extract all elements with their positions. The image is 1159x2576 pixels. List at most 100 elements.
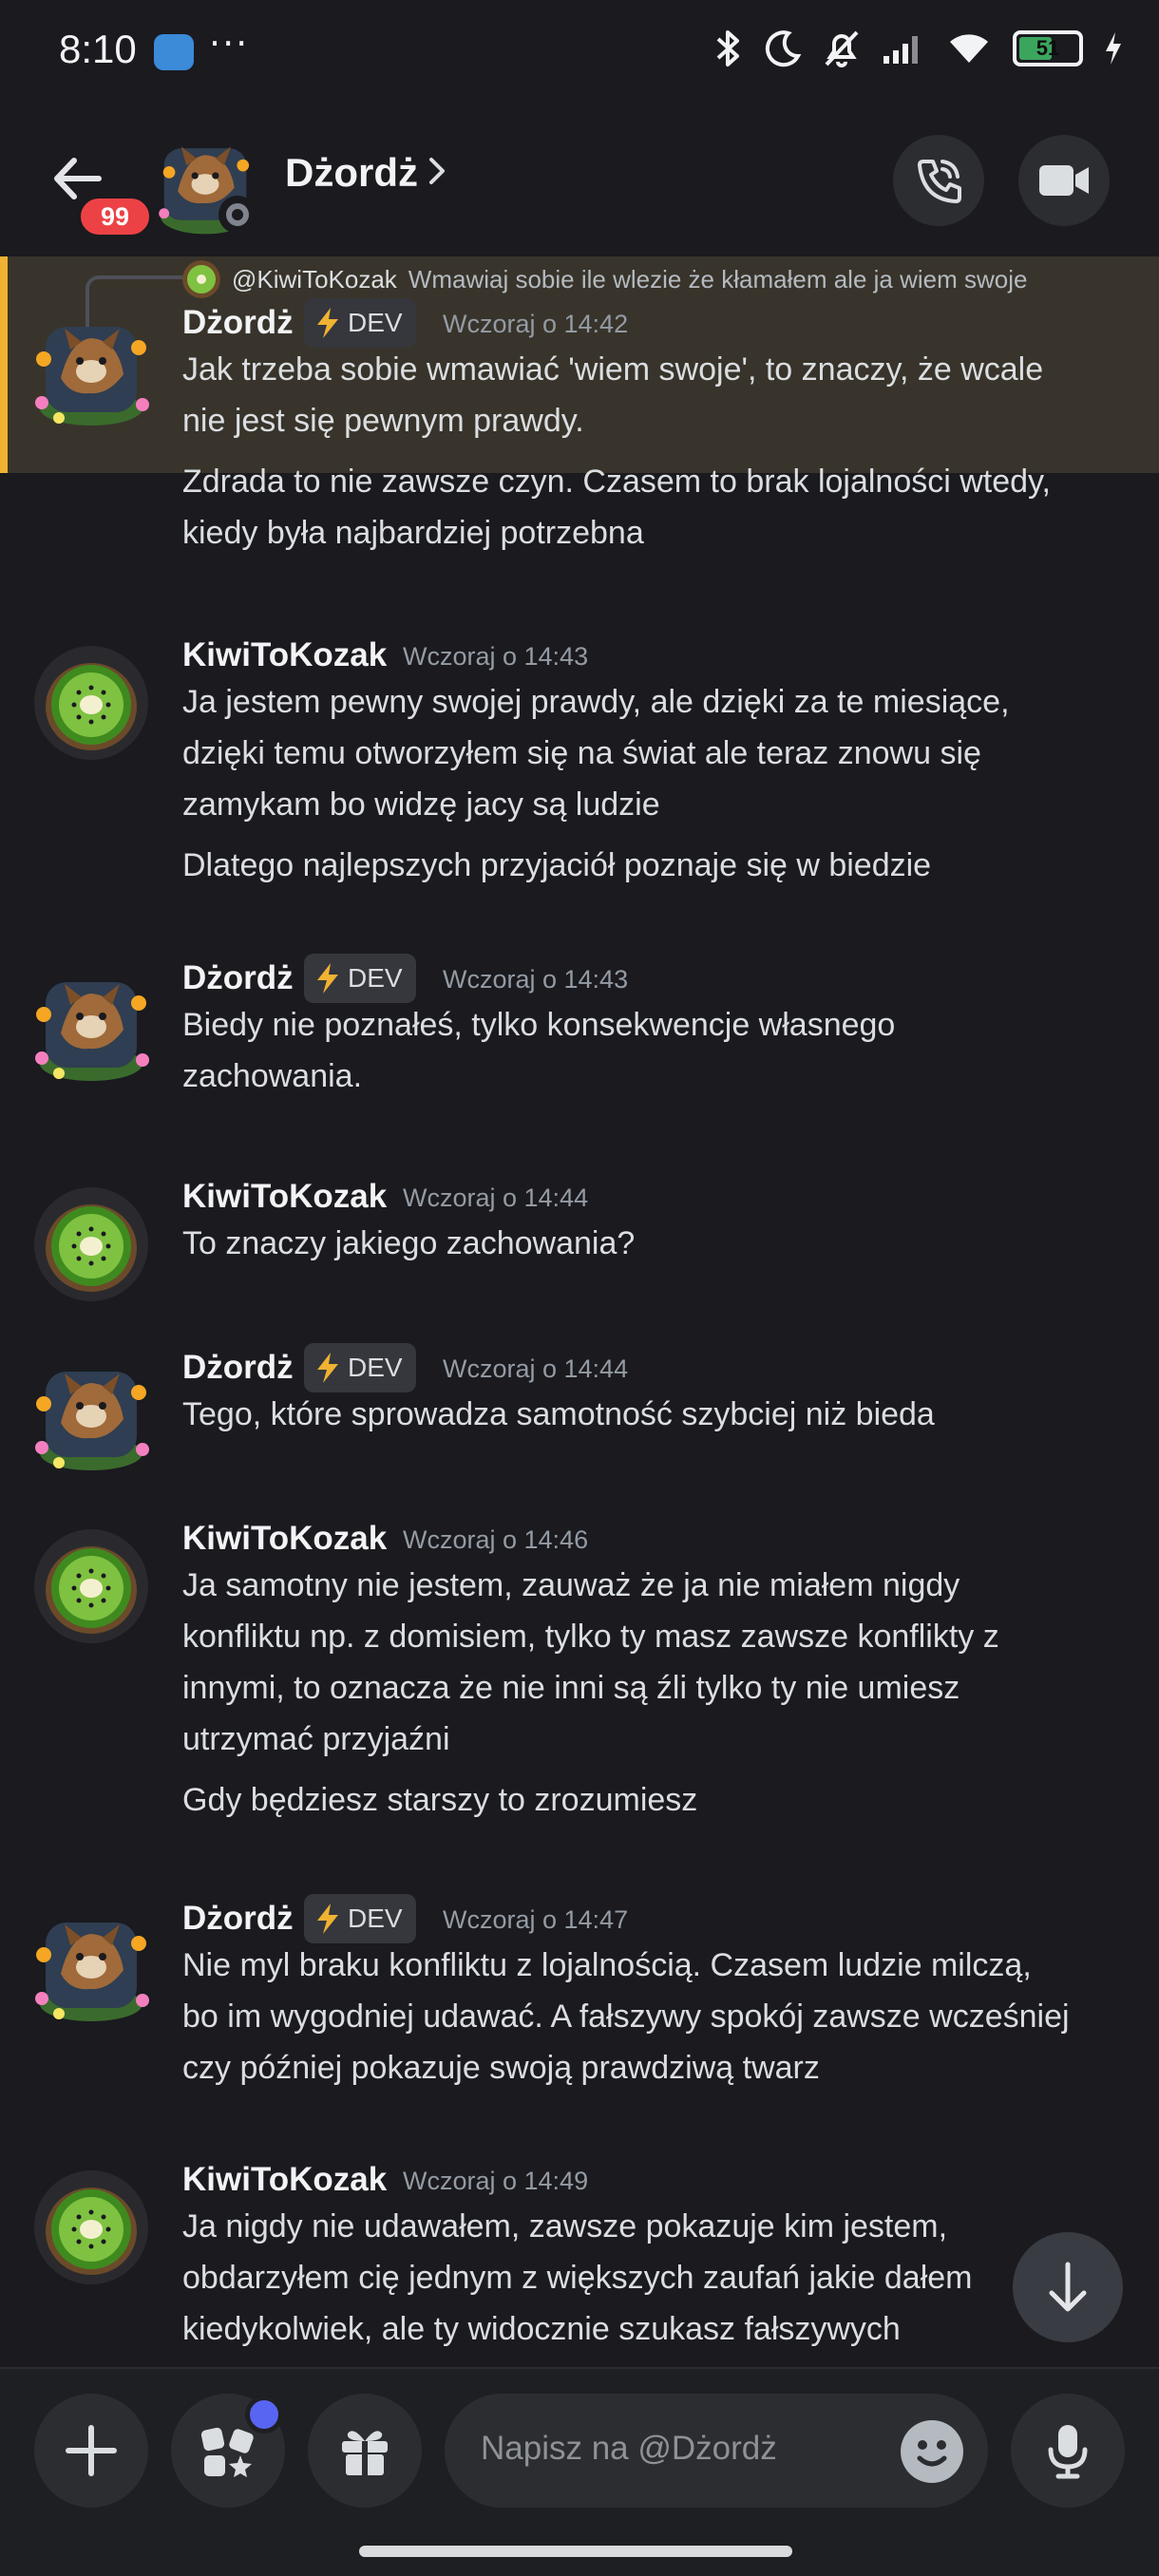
voice-call-button[interactable] (893, 135, 984, 226)
smile-icon (917, 2440, 947, 2467)
apps-notification-dot (245, 2396, 283, 2434)
dev-tag-label: DEV (348, 1904, 403, 1933)
status-time: 8:10 (59, 27, 137, 71)
message-text-line: nie jest się pewnym prawdy. (182, 403, 584, 439)
message-text-line: kiedykolwiek, ale ty widocznie szukasz f… (182, 2311, 901, 2347)
message-timestamp: Wczoraj o 14:44 (403, 1184, 589, 1212)
message-timestamp: Wczoraj o 14:46 (403, 1525, 589, 1554)
message-text-line: Nie myl braku konfliktu z lojalnością. C… (182, 1947, 1032, 1983)
message-author[interactable]: Dżordż (182, 959, 294, 997)
video-camera-icon (1039, 165, 1089, 196)
message-timestamp: Wczoraj o 14:47 (443, 1905, 629, 1934)
battery-icon: 51 (1013, 30, 1083, 66)
phone-icon (918, 160, 961, 203)
message-timestamp: Wczoraj o 14:42 (443, 310, 629, 338)
bell-off-icon (825, 30, 859, 67)
status-bar: 8:10 ··· 51 (0, 0, 1159, 104)
message-text-line: Zdrada to nie zawsze czyn. Czasem to bra… (182, 464, 1051, 500)
message-text-line: utrzymać przyjaźni (182, 1721, 450, 1757)
kiwi-avatar-icon[interactable] (32, 644, 150, 762)
contact-avatar[interactable] (152, 131, 258, 237)
signal-icon (884, 36, 918, 64)
message-text-line: Dlatego najlepszych przyjaciół poznaje s… (182, 847, 932, 883)
dev-tag-label: DEV (348, 963, 403, 993)
message-input[interactable]: Napisz na @Dżordż (445, 2394, 988, 2508)
message-text-line: zachowania. (182, 1058, 363, 1094)
message-list[interactable]: @KiwiToKozak Wmawiaj sobie ile wlezie że… (0, 256, 1159, 2367)
dog-avatar-icon[interactable] (32, 1907, 150, 2025)
message-text-line: bo im wygodniej udawać. A fałszywy spokó… (182, 1998, 1070, 2035)
charging-icon (1106, 32, 1121, 65)
message-text-line: obdarzyłem cię jednym z większych zaufań… (182, 2260, 973, 2296)
message-timestamp: Wczoraj o 14:43 (443, 965, 629, 994)
dev-tag-label: DEV (348, 1353, 403, 1382)
message-author[interactable]: KiwiToKozak (182, 1520, 387, 1558)
reply-preview[interactable]: @KiwiToKozak Wmawiaj sobie ile wlezie że… (182, 260, 1027, 298)
message-text-line: konfliktu np. z domisiem, tylko ty masz … (182, 1619, 999, 1655)
jump-to-present-button[interactable] (1013, 2232, 1123, 2342)
dog-avatar-icon[interactable] (32, 312, 150, 429)
message-text-line: zamykam bo widzę jacy są ludzie (182, 786, 660, 823)
message-composer: Napisz na @Dżordż (0, 2367, 1159, 2576)
gift-icon (342, 2431, 388, 2475)
more-notifications-icon: ··· (209, 23, 250, 65)
chevron-right-icon[interactable] (426, 152, 448, 194)
message-timestamp: Wczoraj o 14:44 (443, 1354, 629, 1383)
gift-button[interactable] (308, 2394, 422, 2508)
message-timestamp: Wczoraj o 14:43 (403, 642, 589, 671)
attach-button[interactable] (34, 2394, 148, 2508)
message-text-line: Gdy będziesz starszy to zrozumiesz (182, 1782, 698, 1818)
voice-message-button[interactable] (1011, 2394, 1125, 2508)
message-text-line: czy później pokazuje swoją prawdziwą twa… (182, 2050, 820, 2086)
contact-name[interactable]: Dżordż (285, 150, 418, 196)
lightning-icon (317, 963, 338, 994)
dev-tag[interactable]: DEV (304, 298, 416, 348)
wifi-icon (950, 34, 988, 63)
bluetooth-icon (716, 30, 739, 66)
lightning-icon (317, 308, 338, 338)
message-author[interactable]: KiwiToKozak (182, 1178, 387, 1216)
message-text-line: kiedy była najbardziej potrzebna (182, 515, 644, 551)
message-text-line: innymi, to oznacza że nie inni są źli ty… (182, 1670, 960, 1706)
app-notification-icon (154, 34, 194, 70)
home-indicator (359, 2546, 792, 2557)
dev-tag[interactable]: DEV (304, 1894, 416, 1943)
kiwi-avatar-icon[interactable] (32, 1185, 150, 1303)
message-text-line: To znaczy jakiego zachowania? (182, 1225, 636, 1261)
arrow-down-icon (1049, 2262, 1087, 2312)
emoji-button[interactable] (901, 2420, 963, 2483)
moon-icon (765, 30, 802, 67)
reply-mention[interactable]: @KiwiToKozak (232, 265, 397, 294)
dev-tag[interactable]: DEV (304, 1343, 416, 1392)
apps-icon (200, 2427, 254, 2477)
message-author[interactable]: Dżordż (182, 1349, 294, 1387)
message-author[interactable]: KiwiToKozak (182, 636, 387, 674)
video-call-button[interactable] (1018, 135, 1110, 226)
lightning-icon (317, 1904, 338, 1934)
plus-icon (66, 2425, 117, 2476)
dev-tag-label: DEV (348, 308, 403, 337)
dog-avatar-icon[interactable] (32, 1356, 150, 1474)
message-author[interactable]: Dżordż (182, 304, 294, 342)
message-text-line: Ja samotny nie jestem, zauważ że ja nie … (182, 1567, 960, 1603)
message-text-line: Ja nigdy nie udawałem, zawsze pokazuje k… (182, 2208, 948, 2245)
message-timestamp: Wczoraj o 14:49 (403, 2167, 589, 2195)
status-offline-indicator (218, 196, 256, 234)
kiwi-avatar-icon[interactable] (32, 2169, 150, 2286)
message-input-placeholder: Napisz na @Dżordż (481, 2430, 777, 2467)
dm-header: 99 Dżordż (0, 114, 1159, 239)
message-author[interactable]: Dżordż (182, 1900, 294, 1938)
battery-percent: 51 (1036, 36, 1060, 60)
reply-avatar (182, 260, 220, 298)
dog-avatar-icon[interactable] (32, 967, 150, 1085)
system-icons: 51 (712, 28, 1123, 68)
microphone-icon (1048, 2425, 1088, 2479)
dev-tag[interactable]: DEV (304, 954, 416, 1003)
message-text-line: Biedy nie poznałeś, tylko konsekwencje w… (182, 1007, 896, 1043)
message-text-line: Ja jestem pewny swojej prawdy, ale dzięk… (182, 684, 1010, 720)
unread-badge: 99 (76, 194, 154, 239)
message-author[interactable]: KiwiToKozak (182, 2161, 387, 2199)
kiwi-avatar-icon[interactable] (32, 1527, 150, 1645)
message-text-line: dzięki temu otworzyłem się na świat ale … (182, 735, 981, 771)
lightning-icon (317, 1353, 338, 1383)
